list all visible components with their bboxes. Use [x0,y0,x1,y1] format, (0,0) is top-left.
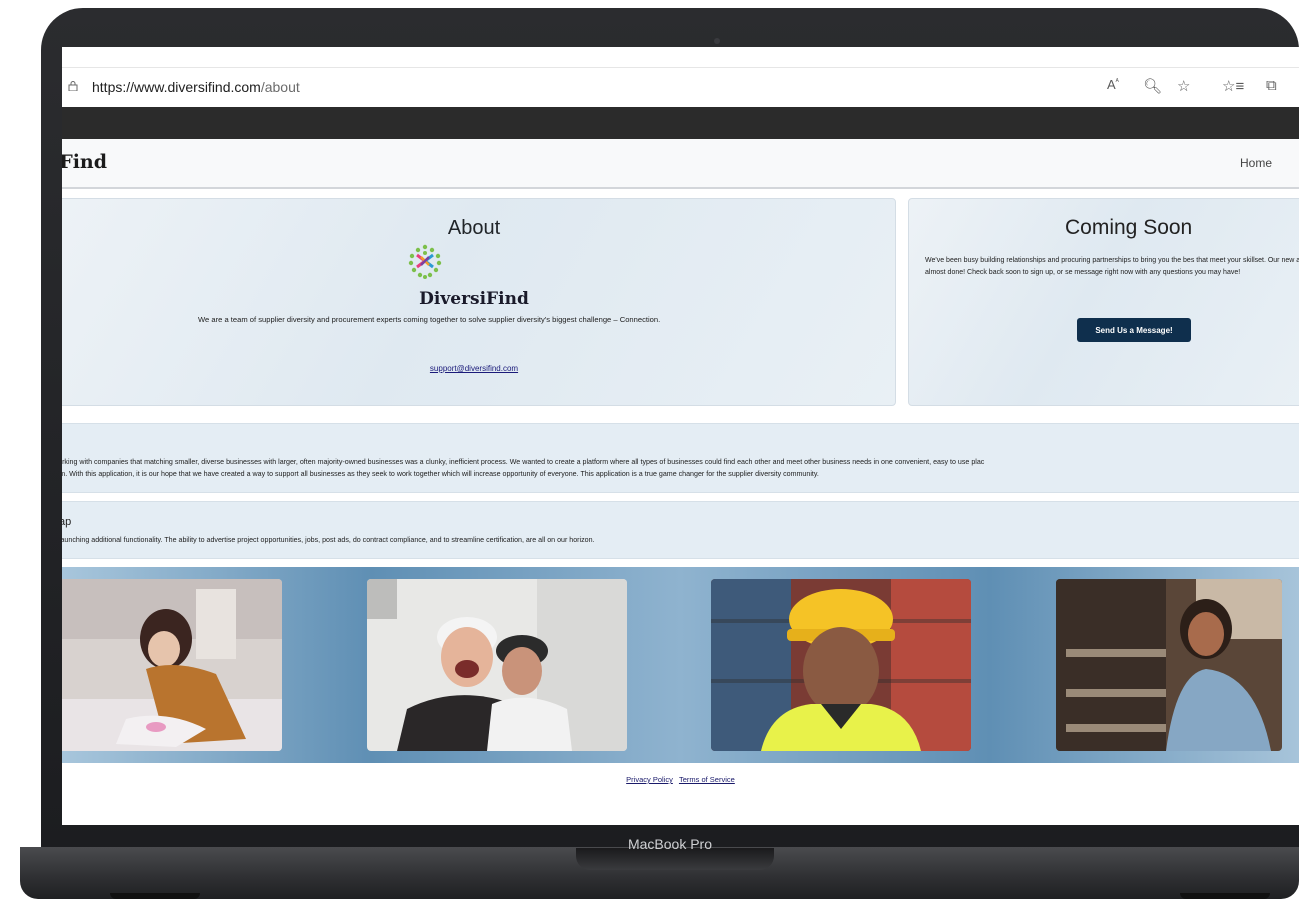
photo-chefs [367,579,627,751]
read-aloud-icon[interactable]: Aᴬ [1107,77,1119,92]
favorite-add-icon[interactable]: ☆ [1177,77,1190,95]
site-footer: Privacy Policy Terms of Service [62,775,1299,784]
send-message-button[interactable]: Send Us a Message! [1077,318,1191,342]
laptop-foot-left [110,893,200,899]
privacy-policy-link[interactable]: Privacy Policy [626,775,673,784]
terms-of-service-link[interactable]: Terms of Service [679,775,735,784]
coming-soon-text: We've been busy building relationships a… [925,257,1299,276]
site-brand[interactable]: iFind [62,151,107,173]
story-line-1: working with companies that matching sma… [62,458,985,466]
support-email-link[interactable]: support@diversifind.com [62,364,895,373]
photo-designer [62,579,282,751]
logo-wordmark: DiversiFind [419,289,529,309]
collections-icon[interactable]: ⧉ [1266,77,1277,94]
camera-dot [714,38,720,44]
device-label: MacBook Pro [627,836,713,852]
address-bar[interactable]: https://www.diversifind.com/about Aᴬ 🔍︎ … [62,69,1299,105]
site-top-bar [62,107,1299,139]
screen: https://www.diversifind.com/about Aᴬ 🔍︎ … [62,47,1299,825]
nav-home-link[interactable]: Home [1240,156,1272,170]
roadmap-text: o launching additional functionality. Th… [62,536,595,544]
lock-icon[interactable] [68,81,78,91]
about-title: About [447,217,501,239]
coming-soon-card: Coming Soon We've been busy building rel… [908,198,1299,406]
about-description: We are a team of supplier diversity and … [198,315,661,324]
photo-worker [711,579,971,751]
laptop-foot-right [1180,893,1270,899]
site-navbar: iFind Home [62,139,1299,189]
roadmap-section: ap o launching additional functionality.… [62,501,1299,559]
tab-strip [62,47,1299,67]
diversifind-logo-icon [408,244,442,279]
story-text: working with companies that matching sma… [62,456,1299,480]
story-line-2: orm. With this application, it is our ho… [62,470,819,478]
zoom-icon[interactable]: 🔍︎ [1143,77,1162,95]
coming-soon-title: Coming Soon [1065,216,1193,239]
about-card: About DiversiFind We are a team of suppl… [62,198,896,406]
story-section: working with companies that matching sma… [62,423,1299,493]
favorites-icon[interactable]: ☆≡ [1222,77,1244,95]
photo-band [62,567,1299,763]
roadmap-title: ap [62,516,72,528]
photo-shop-owner [1056,579,1282,751]
url-text[interactable]: https://www.diversifind.com/about [92,79,300,95]
